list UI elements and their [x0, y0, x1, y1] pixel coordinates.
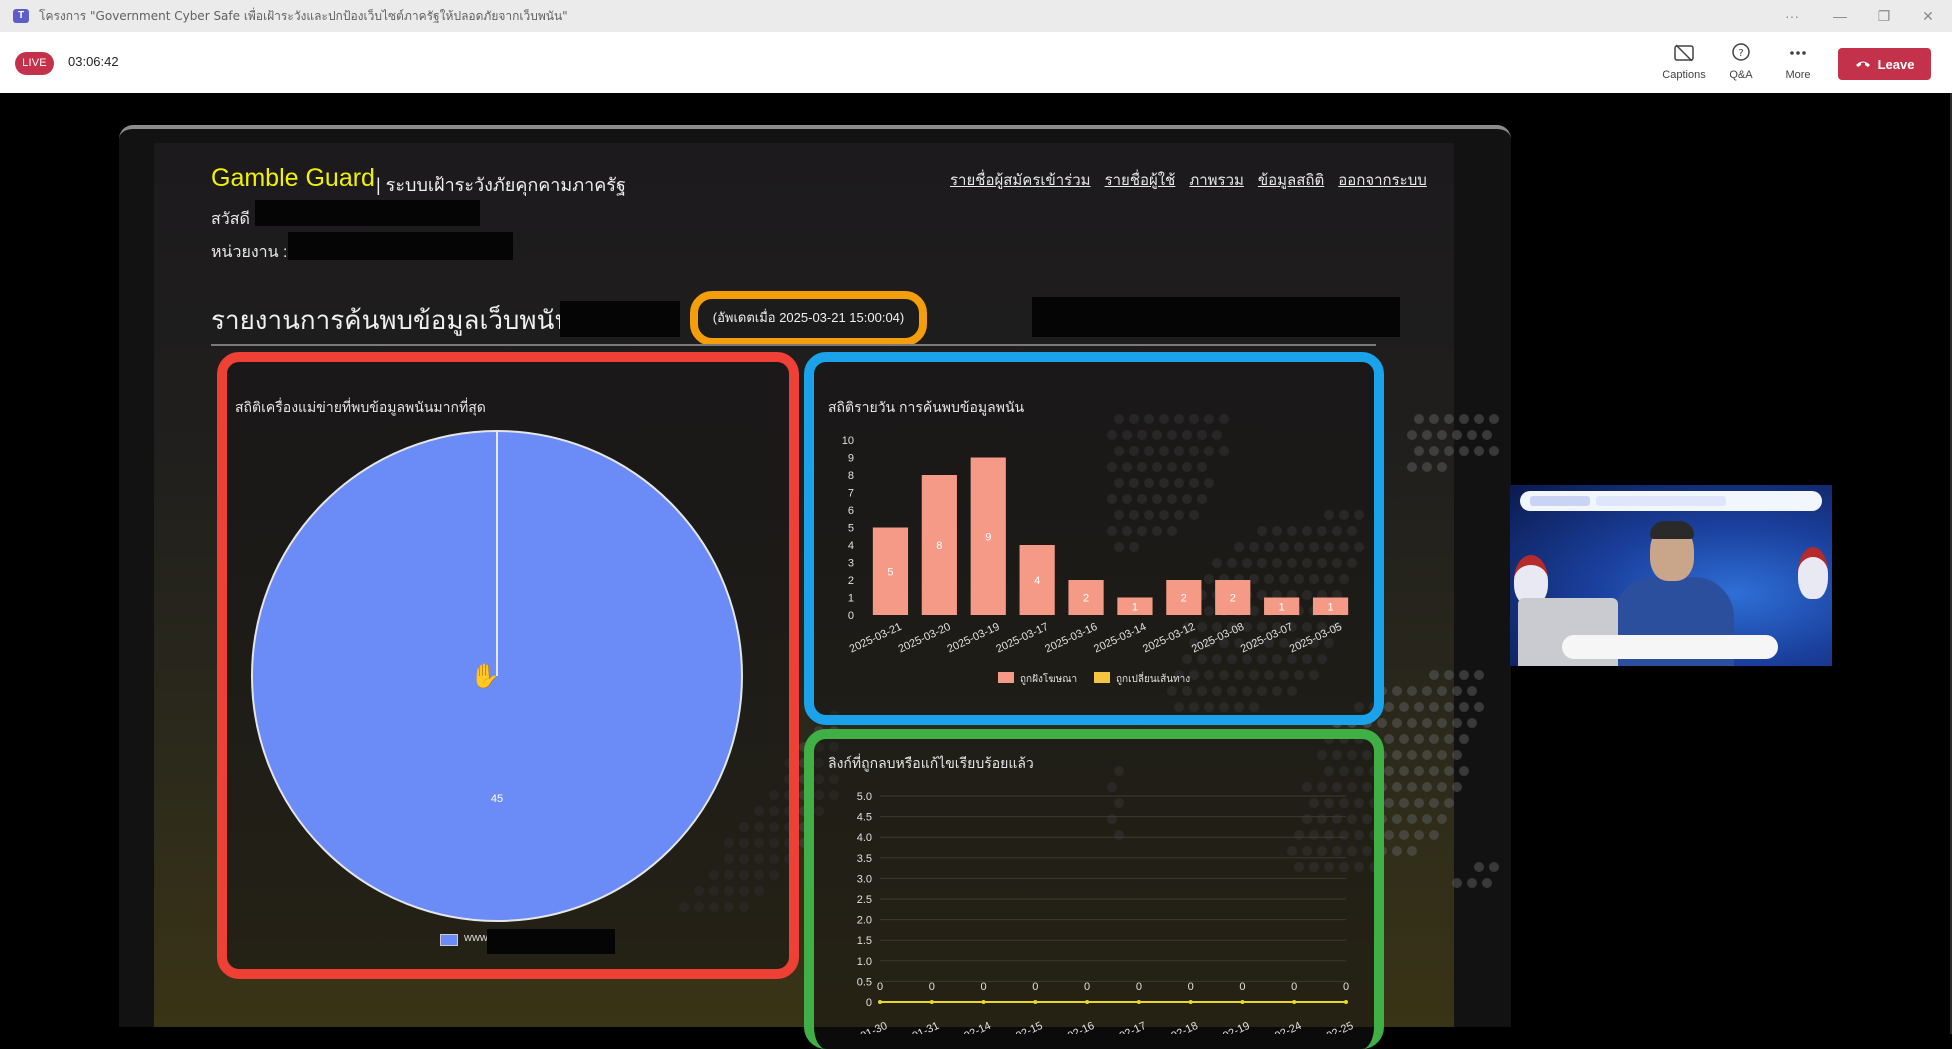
- pie-legend-label: www: [464, 932, 488, 944]
- speaker-video-tile[interactable]: [1510, 485, 1832, 666]
- y-tick-label: 0.5: [857, 976, 872, 988]
- x-tick-label: 2025-03-17: [994, 621, 1050, 656]
- bar-data-label: 2: [1083, 593, 1089, 605]
- y-tick-label: 3.0: [857, 873, 872, 885]
- data-point: [981, 1000, 986, 1004]
- x-tick-label: 02-14: [962, 1020, 993, 1034]
- data-point: [1292, 1000, 1297, 1004]
- hand-cursor-icon: ✋: [470, 663, 500, 690]
- x-tick-label: 02-18: [1169, 1020, 1200, 1034]
- bar-data-label: 2: [1230, 593, 1236, 605]
- point-data-label: 0: [1343, 981, 1349, 993]
- y-tick-label: 1.5: [857, 935, 872, 947]
- y-tick-label: 8: [848, 470, 854, 482]
- x-tick-label: 2025-03-19: [945, 621, 1001, 656]
- x-tick-label: 02-17: [1118, 1020, 1149, 1034]
- point-data-label: 0: [1239, 981, 1245, 993]
- event-logo-icon-2: [1596, 496, 1726, 506]
- y-tick-label: 4.0: [857, 832, 872, 844]
- mascot-right-icon: [1798, 547, 1828, 599]
- speaker-hair: [1650, 521, 1694, 539]
- y-tick-label: 5: [848, 523, 854, 535]
- y-tick-label: 4.5: [857, 812, 872, 824]
- x-tick-label: 2025-03-12: [1141, 621, 1197, 656]
- bar-data-label: 5: [887, 566, 893, 578]
- point-data-label: 0: [1032, 981, 1038, 993]
- data-point: [1136, 1000, 1141, 1004]
- redacted-pie-legend: [487, 929, 615, 954]
- x-tick-label: 02-15: [1014, 1020, 1045, 1034]
- x-tick-label: 02-16: [1066, 1020, 1097, 1034]
- point-data-label: 0: [1291, 981, 1297, 993]
- data-point: [1188, 1000, 1193, 1004]
- x-tick-label: 2025-03-07: [1239, 621, 1295, 656]
- point-data-label: 0: [1188, 981, 1194, 993]
- data-point: [1085, 1000, 1090, 1004]
- legend-swatch: [1094, 672, 1110, 683]
- point-data-label: 0: [1136, 981, 1142, 993]
- x-tick-label: 2025-03-16: [1043, 621, 1099, 656]
- x-tick-label: 01-31: [910, 1020, 941, 1034]
- event-logo-icon: [1530, 496, 1590, 506]
- y-tick-label: 2.0: [857, 915, 872, 927]
- x-tick-label: 2025-03-14: [1092, 621, 1148, 656]
- data-point: [929, 1000, 934, 1004]
- x-tick-label: 2025-03-05: [1288, 621, 1344, 656]
- bar-data-label: 2: [1181, 593, 1187, 605]
- x-tick-label: 02-19: [1221, 1020, 1252, 1034]
- y-tick-label: 2.5: [857, 894, 872, 906]
- bar-data-label: 1: [1327, 601, 1333, 613]
- point-data-label: 0: [980, 981, 986, 993]
- y-tick-label: 3: [848, 558, 854, 570]
- data-point: [878, 1000, 882, 1004]
- x-tick-label: 2025-03-20: [897, 621, 953, 656]
- x-tick-label: 02-24: [1273, 1020, 1304, 1034]
- y-tick-label: 0: [866, 997, 872, 1009]
- point-data-label: 0: [877, 981, 883, 993]
- y-tick-label: 1.0: [857, 956, 872, 968]
- bar-data-label: 8: [936, 540, 942, 552]
- y-tick-label: 6: [848, 505, 854, 517]
- data-point: [1344, 1000, 1348, 1004]
- y-tick-label: 2: [848, 575, 854, 587]
- y-tick-label: 7: [848, 488, 854, 500]
- bar-data-label: 4: [1034, 575, 1040, 587]
- legend-swatch: [998, 672, 1014, 683]
- y-tick-label: 4: [848, 540, 854, 552]
- legend-label: ถูกเปลี่ยนเส้นทาง: [1116, 671, 1190, 685]
- legend-label: ถูกฝังโฆษณา: [1020, 672, 1077, 685]
- point-data-label: 0: [1084, 981, 1090, 993]
- y-tick-label: 1: [848, 593, 854, 605]
- speaker-nameplate: [1562, 635, 1778, 659]
- x-tick-label: 2025-03-08: [1190, 621, 1246, 656]
- bar-data-label: 9: [985, 531, 991, 543]
- x-tick-label: 2025-03-21: [848, 621, 904, 656]
- pie-slice-label: 45: [491, 793, 503, 805]
- y-tick-label: 3.5: [857, 853, 872, 865]
- y-tick-label: 5.0: [857, 791, 872, 803]
- bar-data-label: 1: [1132, 601, 1138, 613]
- y-tick-label: 0: [848, 610, 854, 622]
- data-point: [1240, 1000, 1245, 1004]
- bar-data-label: 1: [1279, 601, 1285, 613]
- speaker-banner: [1520, 491, 1822, 511]
- pie-legend-swatch: [440, 934, 458, 946]
- y-tick-label: 10: [842, 435, 854, 447]
- data-point: [1033, 1000, 1038, 1004]
- x-tick-label: 01-30: [859, 1020, 890, 1034]
- y-tick-label: 9: [848, 453, 854, 465]
- x-tick-label: 02-25: [1325, 1020, 1356, 1034]
- point-data-label: 0: [929, 981, 935, 993]
